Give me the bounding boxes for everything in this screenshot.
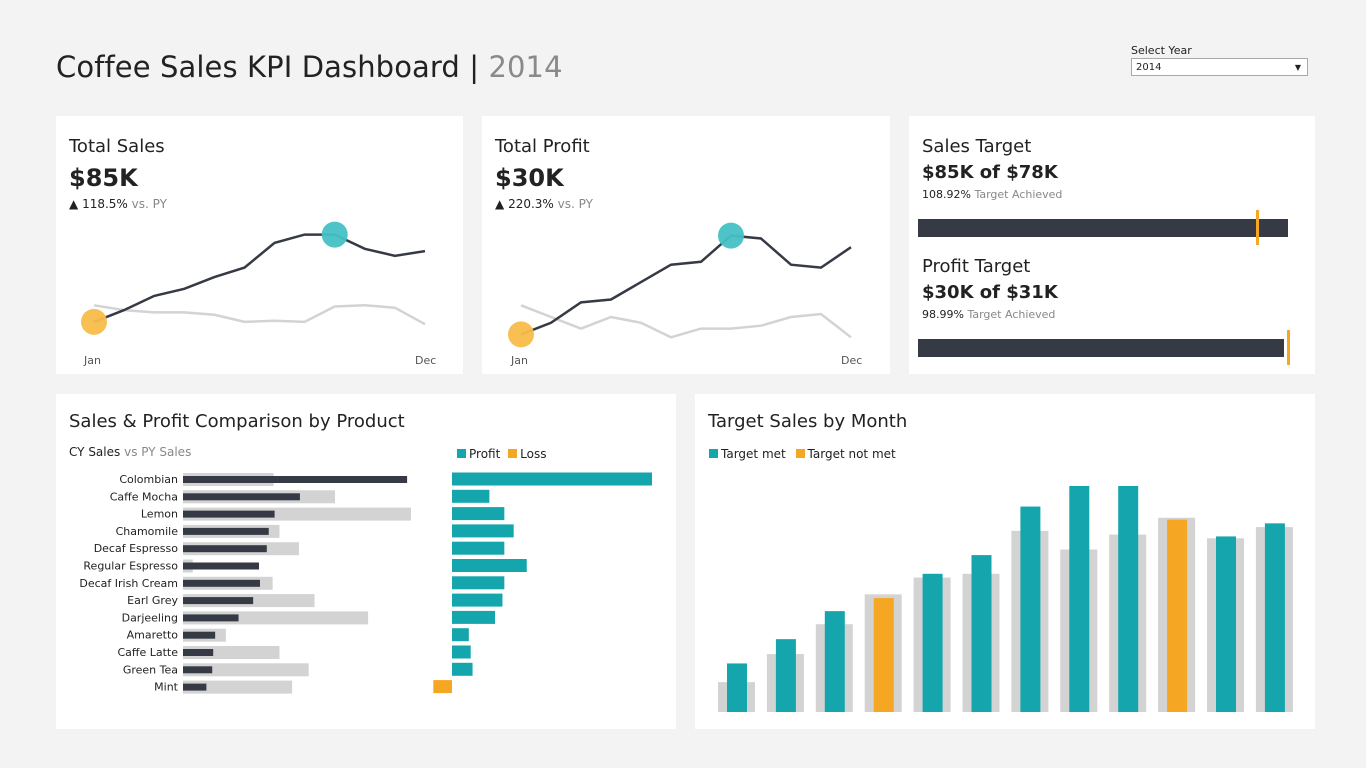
cy-sales-bar <box>183 562 259 570</box>
profit-target-pct: 98.99% Target Achieved <box>922 308 1055 321</box>
month-target-card: Target Sales by Month Target met Target … <box>695 394 1315 729</box>
x-start-label: Jan <box>511 354 528 367</box>
chevron-down-icon[interactable]: ▼ <box>1295 59 1301 77</box>
cy-sales-bar <box>183 579 260 587</box>
cy-sales-bar <box>183 476 408 483</box>
sales-bar <box>873 598 894 712</box>
cy-sales-bar <box>183 614 239 622</box>
sales-target-marker <box>1256 210 1260 245</box>
sales-bar <box>922 573 943 712</box>
profit-bar <box>452 559 527 572</box>
max-month-marker <box>718 222 744 249</box>
sales-bar <box>824 611 845 712</box>
total-sales-sparkline <box>81 221 426 335</box>
profit-bar <box>452 610 495 624</box>
sales-target-pct-label: Target Achieved <box>974 188 1063 201</box>
month-chart <box>718 486 1293 712</box>
product-label: Darjeeling <box>122 611 178 624</box>
sales-bar <box>727 663 747 712</box>
sales-bar <box>1167 519 1188 712</box>
profit-target-pct-label: Target Achieved <box>967 308 1056 321</box>
profit-target-pct-value: 98.99% <box>922 308 964 321</box>
product-label: Chamomile <box>116 525 179 538</box>
cy-sales-bar <box>183 649 214 656</box>
profit-bar <box>452 628 469 642</box>
sales-target-title: Sales Target <box>922 136 1032 157</box>
cy-sales-bar <box>183 597 254 605</box>
year-select-dropdown[interactable]: 2014 ▼ <box>1131 58 1308 76</box>
total-sales-card: Total Sales $85K ▲ 118.5% vs. PY Jan Dec <box>56 116 463 374</box>
product-label: Lemon <box>141 508 178 521</box>
sales-bar <box>971 555 992 712</box>
product-label: Caffe Latte <box>117 646 178 659</box>
profit-bar <box>452 541 505 555</box>
profit-target-marker <box>1286 330 1290 365</box>
product-label: Decaf Irish Cream <box>79 577 178 590</box>
min-month-marker <box>508 321 534 348</box>
sales-bar <box>1216 536 1236 712</box>
loss-bar <box>433 680 452 694</box>
min-month-marker <box>81 308 107 335</box>
cy-sales-bar <box>183 631 216 639</box>
sales-bar <box>775 639 796 712</box>
year-select-value: 2014 <box>1136 62 1162 73</box>
profit-bar <box>452 645 471 659</box>
product-label: Green Tea <box>123 663 178 676</box>
current-year-line <box>520 234 852 336</box>
total-profit-card: Total Profit $30K ▲ 220.3% vs. PY Jan De… <box>482 116 890 374</box>
sales-bar <box>1118 486 1139 712</box>
current-year-line <box>93 233 426 324</box>
cy-sales-bar <box>183 666 213 674</box>
x-start-label: Jan <box>84 354 101 367</box>
product-label: Decaf Espresso <box>94 542 179 555</box>
product-label: Colombian <box>119 473 178 486</box>
cy-sales-bar <box>183 493 300 501</box>
cy-sales-bar <box>183 683 207 691</box>
year-select-label: Select Year <box>1131 44 1192 57</box>
product-comparison-card: Sales & Profit Comparison by Product CY … <box>56 394 676 729</box>
sales-bar <box>1069 486 1090 712</box>
profit-target-bar <box>918 339 1285 357</box>
total-profit-sparkline <box>508 222 852 348</box>
profit-bar <box>452 524 514 538</box>
sales-target-pct-value: 108.92% <box>922 188 971 201</box>
targets-card: Sales Target $85K of $78K 108.92% Target… <box>909 116 1315 374</box>
profit-bar <box>452 593 503 607</box>
product-label: Amaretto <box>127 629 179 642</box>
title-text: Coffee Sales KPI Dashboard | <box>56 50 489 84</box>
year-selector: Select Year 2014 ▼ <box>1131 44 1308 76</box>
title-year: 2014 <box>488 50 563 84</box>
product-chart: Colombian Caffe Mocha Lemon Chamomile Decaf … <box>79 472 652 694</box>
profit-bar <box>452 472 652 486</box>
max-month-marker <box>321 221 348 248</box>
profit-bar <box>452 662 473 676</box>
page-title: Coffee Sales KPI Dashboard | 2014 <box>56 50 563 84</box>
x-end-label: Dec <box>415 354 437 367</box>
cy-sales-bar <box>183 510 275 518</box>
sales-target-bar <box>918 219 1288 237</box>
profit-bar <box>452 576 505 590</box>
product-label: Caffe Mocha <box>110 490 178 503</box>
cy-sales-bar <box>183 527 269 535</box>
sales-bar <box>1264 523 1285 712</box>
product-label: Mint <box>154 681 179 694</box>
sales-target-pct: 108.92% Target Achieved <box>922 188 1062 201</box>
cy-sales-bar <box>183 545 267 553</box>
sales-bar <box>1020 506 1041 712</box>
product-label: Earl Grey <box>127 594 178 607</box>
profit-bar <box>452 507 505 521</box>
x-end-label: Dec <box>841 354 863 367</box>
profit-bar <box>452 489 490 503</box>
prior-year-line <box>93 304 426 326</box>
sales-target-value: $85K of $78K <box>922 162 1058 183</box>
profit-target-title: Profit Target <box>922 256 1031 277</box>
product-label: Regular Espresso <box>83 560 178 573</box>
profit-target-value: $30K of $31K <box>922 282 1058 303</box>
